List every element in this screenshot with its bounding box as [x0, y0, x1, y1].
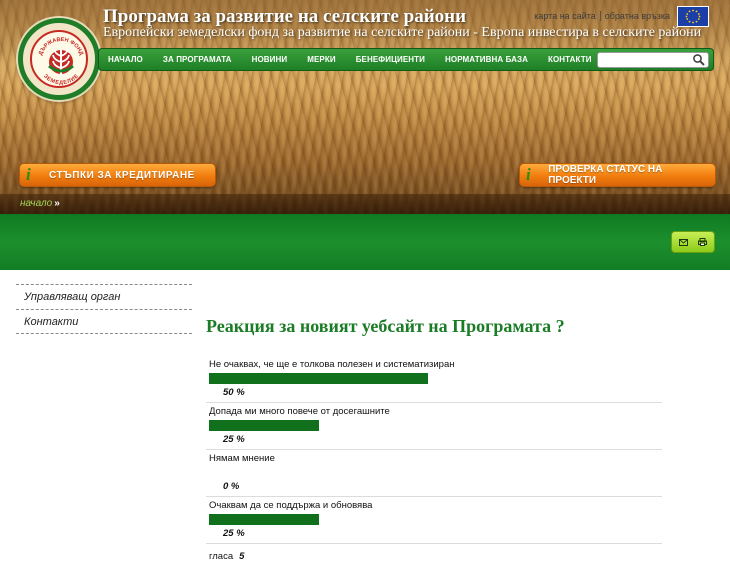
eu-flag-icon: [677, 6, 709, 27]
poll-option-percent: 50 %: [223, 387, 245, 398]
sidebar-item-managing-authority[interactable]: Управляващ орган: [16, 284, 192, 309]
info-icon: i: [526, 165, 531, 184]
credit-steps-label: СТЪПКИ ЗА КРЕДИТИРАНЕ: [49, 169, 195, 181]
info-icon: i: [26, 165, 32, 184]
poll-option: Не очаквах, че ще е толкова полезен и си…: [206, 356, 662, 403]
poll-votes-count: 5: [239, 551, 245, 562]
main-nav: НАЧАЛО ЗА ПРОГРАМАТА НОВИНИ МЕРКИ БЕНЕФИ…: [98, 48, 714, 71]
breadcrumb-bar: [0, 194, 730, 214]
nav-news[interactable]: НОВИНИ: [242, 55, 298, 64]
poll-results: Не очаквах, че ще е толкова полезен и си…: [206, 356, 662, 544]
poll-votes: гласа 5: [209, 551, 244, 562]
top-links-divider: [599, 11, 601, 21]
top-links: карта на сайта обратна връзка: [534, 11, 670, 21]
site-logo[interactable]: ДЪРЖАВЕН ФОНД ЗЕМЕДЕЛИЕ: [18, 18, 100, 100]
nav-legal-base[interactable]: НОРМАТИВНА БАЗА: [435, 55, 538, 64]
site-subtitle: Европейски земеделски фонд за развитие н…: [103, 25, 702, 40]
credit-steps-button[interactable]: i СТЪПКИ ЗА КРЕДИТИРАНЕ: [19, 163, 216, 187]
poll-option-label: Очаквам да се поддържа и обновява: [209, 500, 373, 511]
nav-contacts[interactable]: КОНТАКТИ: [538, 55, 602, 64]
poll-title: Реакция за новият уебсайт на Програмата …: [206, 316, 565, 336]
sidebar-menu: Управляващ орган Контакти: [16, 284, 192, 334]
mail-icon[interactable]: [679, 233, 688, 251]
poll-bar: [209, 373, 428, 384]
poll-option-label: Допада ми много повече от досегашните: [209, 406, 390, 417]
poll-option-percent: 0 %: [223, 481, 240, 492]
search-input[interactable]: [602, 53, 690, 67]
content-top-band: [0, 214, 730, 270]
poll-votes-label: гласа: [209, 551, 234, 562]
sidebar-item-contacts[interactable]: Контакти: [16, 309, 192, 334]
nav-measures[interactable]: МЕРКИ: [297, 55, 345, 64]
project-status-label: ПРОВЕРКА СТАТУС НА ПРОЕКТИ: [548, 164, 663, 186]
poll-option: Допада ми много повече от досегашните 25…: [206, 403, 662, 450]
logo-emblem: ДЪРЖАВЕН ФОНД ЗЕМЕДЕЛИЕ: [30, 30, 88, 88]
site-header: ДЪРЖАВЕН ФОНД ЗЕМЕДЕЛИЕ Програма за разв…: [0, 0, 730, 214]
poll-option-label: Нямам мнение: [209, 453, 275, 464]
page-tools: [671, 231, 715, 253]
nav-beneficiaries[interactable]: БЕНЕФИЦИЕНТИ: [346, 55, 435, 64]
breadcrumb-home[interactable]: начало: [20, 198, 52, 209]
sitemap-link[interactable]: карта на сайта: [534, 11, 596, 21]
print-icon[interactable]: [698, 233, 707, 251]
poll-bar: [209, 514, 319, 525]
breadcrumb: начало»: [20, 198, 60, 209]
nav-about-program[interactable]: ЗА ПРОГРАМАТА: [153, 55, 242, 64]
poll-bar-track: [209, 373, 647, 384]
search-icon[interactable]: [692, 53, 706, 67]
poll-bar-track: [209, 467, 647, 478]
nav-home[interactable]: НАЧАЛО: [99, 55, 153, 64]
poll-bar-track: [209, 420, 647, 431]
breadcrumb-arrow: »: [54, 198, 60, 209]
poll-option-label: Не очаквах, че ще е толкова полезен и си…: [209, 359, 455, 370]
feedback-link[interactable]: обратна връзка: [605, 11, 670, 21]
poll-option: Нямам мнение 0 %: [206, 450, 662, 497]
poll-option-percent: 25 %: [223, 434, 245, 445]
search-box: [597, 52, 709, 68]
poll-option-percent: 25 %: [223, 528, 245, 539]
project-status-button[interactable]: i ПРОВЕРКА СТАТУС НА ПРОЕКТИ: [519, 163, 716, 187]
wheat-emblem-icon: ДЪРЖАВЕН ФОНД ЗЕМЕДЕЛИЕ: [38, 37, 84, 86]
poll-bar-track: [209, 514, 647, 525]
poll-bar: [209, 420, 319, 431]
poll-option: Очаквам да се поддържа и обновява 25 %: [206, 497, 662, 544]
